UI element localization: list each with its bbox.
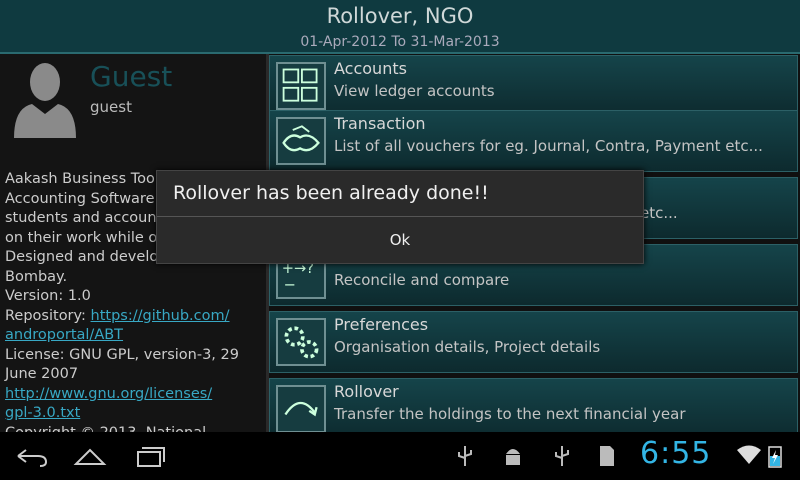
license-text: License: GNU GPL, version-3, 29: [5, 346, 239, 363]
user-id: guest: [90, 98, 132, 116]
menu-item-accounts[interactable]: Accounts View ledger accounts: [269, 55, 798, 117]
repository-link[interactable]: https://github.com/: [91, 308, 230, 324]
menu-item-preferences[interactable]: Preferences Organisation details, Projec…: [269, 311, 798, 373]
system-navigation-bar: 6:55: [0, 432, 800, 480]
repository-link-cont[interactable]: androportal/ABT: [5, 326, 260, 346]
rollover-arrow-icon: [276, 385, 326, 432]
dialog-message: Rollover has been already done!!: [173, 182, 489, 204]
ledger-icon: [276, 62, 326, 110]
usb-icon: [555, 446, 569, 466]
version-text: Version: 1.0: [5, 288, 91, 304]
svg-text:−: −: [284, 277, 296, 294]
menu-item-desc: Organisation details, Project details: [334, 338, 601, 356]
menu-item-rollover[interactable]: Rollover Transfer the holdings to the ne…: [269, 378, 798, 432]
menu-item-transaction[interactable]: Transaction List of all vouchers for eg.…: [269, 110, 798, 172]
rollover-dialog: Rollover has been already done!! Ok: [156, 170, 644, 264]
license-link-cont[interactable]: gpl-3.0.txt: [5, 404, 260, 424]
license-text-cont: June 2007: [5, 366, 79, 382]
license-link[interactable]: http://www.gnu.org/licenses/: [5, 385, 260, 405]
battery-charging-icon: [768, 446, 782, 468]
menu-item-desc: Transfer the holdings to the next financ…: [334, 405, 686, 423]
repository-line: Repository: https://github.com/: [5, 307, 260, 327]
handshake-icon: [276, 117, 326, 165]
financial-period: 01-Apr-2012 To 31-Mar-2013: [300, 34, 500, 50]
repository-label: Repository:: [5, 307, 86, 324]
android-debug-icon: [506, 449, 520, 465]
back-icon[interactable]: [12, 442, 52, 470]
ok-button[interactable]: Ok: [157, 217, 643, 263]
menu-item-title: Accounts: [334, 59, 407, 78]
copyright-text: Copyright © 2013, National Mission: [5, 424, 260, 433]
menu-item-title: Preferences: [334, 315, 429, 334]
menu-item-desc: List of all vouchers for eg. Journal, Co…: [334, 137, 763, 155]
menu-item-title: Transaction: [334, 114, 426, 133]
home-icon[interactable]: [70, 442, 110, 470]
avatar-icon: [14, 63, 76, 138]
sd-card-icon: [600, 446, 614, 466]
page-title: Rollover, NGO: [326, 4, 474, 28]
gears-icon: [276, 318, 326, 366]
recent-apps-icon[interactable]: [130, 442, 170, 470]
menu-item-desc: View ledger accounts: [334, 82, 495, 100]
about-line: Bombay.: [5, 268, 68, 285]
clock: 6:55: [640, 436, 712, 471]
menu-item-desc: etc...: [640, 204, 678, 222]
menu-item-desc: Reconcile and compare: [334, 271, 510, 289]
wifi-icon: [737, 445, 761, 464]
user-name: Guest: [90, 60, 173, 93]
app-root: Rollover, NGO 01-Apr-2012 To 31-Mar-2013…: [0, 0, 800, 432]
app-header: Rollover, NGO 01-Apr-2012 To 31-Mar-2013: [0, 0, 800, 54]
menu-item-title: Rollover: [334, 382, 399, 401]
usb-icon: [458, 446, 472, 466]
